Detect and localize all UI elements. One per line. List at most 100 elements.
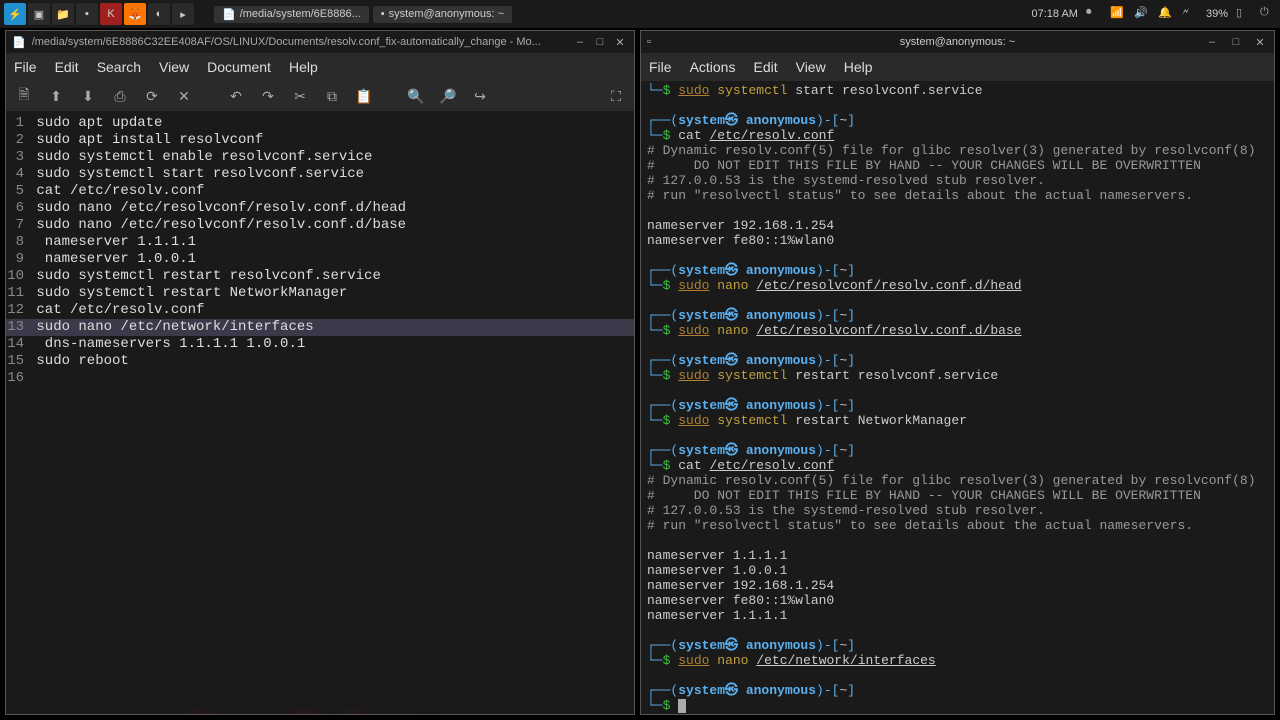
line-number: 15	[6, 353, 28, 370]
editor-line[interactable]: 15 sudo reboot	[6, 353, 634, 370]
line-text: dns-nameservers 1.1.1.1 1.0.0.1	[28, 336, 305, 353]
battery-icon[interactable]: 🗲	[1182, 6, 1198, 22]
menu-help[interactable]: Help	[844, 59, 873, 75]
terminal-titlebar[interactable]: ▫ system@anonymous: ~ – □ ✕	[641, 31, 1274, 53]
editor-line[interactable]: 9 nameserver 1.0.0.1	[6, 251, 634, 268]
menu-actions[interactable]: Actions	[690, 59, 736, 75]
output-line: # Dynamic resolv.conf(5) file for glibc …	[647, 143, 1268, 158]
workspaces-icon[interactable]: ▣	[28, 3, 50, 25]
output-line: nameserver 192.168.1.254	[647, 578, 1268, 593]
editor-titlebar[interactable]: 📄 /media/system/6E8886C32EE408AF/OS/LINU…	[6, 31, 634, 53]
line-number: 16	[6, 370, 28, 387]
taskbar-window-terminal[interactable]: ▪ system@anonymous: ~	[373, 6, 512, 23]
output-line: nameserver 1.1.1.1	[647, 608, 1268, 623]
close-button[interactable]: ✕	[1252, 34, 1268, 50]
cut-icon[interactable]: ✂	[290, 86, 310, 106]
menu-document[interactable]: Document	[207, 59, 271, 75]
editor-line[interactable]: 3 sudo systemctl enable resolvconf.servi…	[6, 149, 634, 166]
files-icon[interactable]: 📁	[52, 3, 74, 25]
copy-icon[interactable]: ⧉	[322, 86, 342, 106]
open-file-icon[interactable]: ⬆	[46, 86, 66, 106]
terminal-launcher-icon[interactable]: ▪	[76, 3, 98, 25]
command-line: └─$ sudo systemctl start resolvconf.serv…	[647, 83, 1268, 98]
menu-search[interactable]: Search	[97, 59, 141, 75]
editor-line[interactable]: 1 sudo apt update	[6, 115, 634, 132]
kali-app-icon[interactable]: K	[100, 3, 122, 25]
editor-line[interactable]: 10 sudo systemctl restart resolvconf.ser…	[6, 268, 634, 285]
close-button[interactable]: ✕	[612, 34, 628, 50]
network-icon[interactable]: 📶	[1110, 6, 1126, 22]
minimize-button[interactable]: –	[1204, 34, 1220, 50]
clock[interactable]: 07:18 AM	[1031, 8, 1077, 20]
app-icon-1[interactable]: ◐	[148, 3, 170, 25]
title-menu-icon[interactable]: ▫	[647, 36, 651, 48]
menu-file[interactable]: File	[649, 59, 672, 75]
command-line: └─$ sudo nano /etc/resolvconf/resolv.con…	[647, 278, 1268, 293]
cursor-icon	[678, 699, 686, 713]
maximize-button[interactable]: □	[592, 34, 608, 50]
menu-help[interactable]: Help	[289, 59, 318, 75]
power-icon[interactable]: ⏻	[1260, 6, 1276, 22]
editor-line[interactable]: 4 sudo systemctl start resolvconf.servic…	[6, 166, 634, 183]
output-line: # DO NOT EDIT THIS FILE BY HAND -- YOUR …	[647, 488, 1268, 503]
prompt-header: ┌──(system㉿ anonymous)-[~]	[647, 308, 1268, 323]
save-as-icon[interactable]: ⎙	[110, 86, 130, 106]
editor-line[interactable]: 6 sudo nano /etc/resolvconf/resolv.conf.…	[6, 200, 634, 217]
line-text: sudo nano /etc/resolvconf/resolv.conf.d/…	[28, 217, 406, 234]
line-text: sudo systemctl enable resolvconf.service	[28, 149, 372, 166]
editor-window: 📄 /media/system/6E8886C32EE408AF/OS/LINU…	[5, 30, 635, 715]
kali-menu-icon[interactable]: ⚡	[4, 3, 26, 25]
editor-line[interactable]: 7 sudo nano /etc/resolvconf/resolv.conf.…	[6, 217, 634, 234]
editor-content[interactable]: 1 sudo apt update2 sudo apt install reso…	[6, 111, 634, 714]
line-number: 4	[6, 166, 28, 183]
fullscreen-icon[interactable]: ⛶	[606, 86, 626, 106]
goto-icon[interactable]: ↪	[470, 86, 490, 106]
editor-line[interactable]: 12 cat /etc/resolv.conf	[6, 302, 634, 319]
menu-edit[interactable]: Edit	[55, 59, 79, 75]
record-icon[interactable]: ⏺	[1086, 6, 1102, 22]
app-icon-2[interactable]: ▸	[172, 3, 194, 25]
editor-line[interactable]: 5 cat /etc/resolv.conf	[6, 183, 634, 200]
new-file-icon[interactable]: 🗎	[14, 86, 34, 106]
paste-icon[interactable]: 📋	[354, 86, 374, 106]
redo-icon[interactable]: ↷	[258, 86, 278, 106]
menu-edit[interactable]: Edit	[753, 59, 777, 75]
menu-view[interactable]: View	[159, 59, 189, 75]
reload-icon[interactable]: ⟳	[142, 86, 162, 106]
prompt-header: ┌──(system㉿ anonymous)-[~]	[647, 113, 1268, 128]
save-file-icon[interactable]: ⬇	[78, 86, 98, 106]
prompt-header: ┌──(system㉿ anonymous)-[~]	[647, 443, 1268, 458]
close-file-icon[interactable]: ✕	[174, 86, 194, 106]
editor-line[interactable]: 14 dns-nameservers 1.1.1.1 1.0.0.1	[6, 336, 634, 353]
maximize-button[interactable]: □	[1228, 34, 1244, 50]
command-line: └─$ cat /etc/resolv.conf	[647, 458, 1268, 473]
command-line-active[interactable]: └─$	[647, 698, 1268, 713]
editor-line[interactable]: 8 nameserver 1.1.1.1	[6, 234, 634, 251]
notification-icon[interactable]: 🔔	[1158, 6, 1174, 22]
output-line: nameserver 1.0.0.1	[647, 563, 1268, 578]
undo-icon[interactable]: ↶	[226, 86, 246, 106]
taskbar-window-editor[interactable]: 📄 /media/system/6E8886...	[214, 6, 369, 23]
editor-line[interactable]: 16	[6, 370, 634, 387]
taskbar-launcher: ⚡ ▣ 📁 ▪ K 🦊 ◐ ▸	[4, 3, 194, 25]
line-number: 2	[6, 132, 28, 149]
editor-menubar: File Edit Search View Document Help	[6, 53, 634, 81]
replace-icon[interactable]: 🔎	[438, 86, 458, 106]
firefox-icon[interactable]: 🦊	[124, 3, 146, 25]
editor-line[interactable]: 11 sudo systemctl restart NetworkManager	[6, 285, 634, 302]
command-line: └─$ sudo nano /etc/network/interfaces	[647, 653, 1268, 668]
prompt-header: ┌──(system㉿ anonymous)-[~]	[647, 638, 1268, 653]
prompt-header: ┌──(system㉿ anonymous)-[~]	[647, 683, 1268, 698]
terminal-content[interactable]: └─$ sudo systemctl start resolvconf.serv…	[641, 81, 1274, 714]
minimize-button[interactable]: –	[572, 34, 588, 50]
volume-icon[interactable]: 🔊	[1134, 6, 1150, 22]
menu-view[interactable]: View	[796, 59, 826, 75]
editor-line[interactable]: 13 sudo nano /etc/network/interfaces	[6, 319, 634, 336]
line-number: 9	[6, 251, 28, 268]
command-line: └─$ cat /etc/resolv.conf	[647, 128, 1268, 143]
output-line: nameserver 192.168.1.254	[647, 218, 1268, 233]
editor-line[interactable]: 2 sudo apt install resolvconf	[6, 132, 634, 149]
menu-file[interactable]: File	[14, 59, 37, 75]
lock-icon[interactable]: ▯	[1236, 6, 1252, 22]
search-icon[interactable]: 🔍	[406, 86, 426, 106]
